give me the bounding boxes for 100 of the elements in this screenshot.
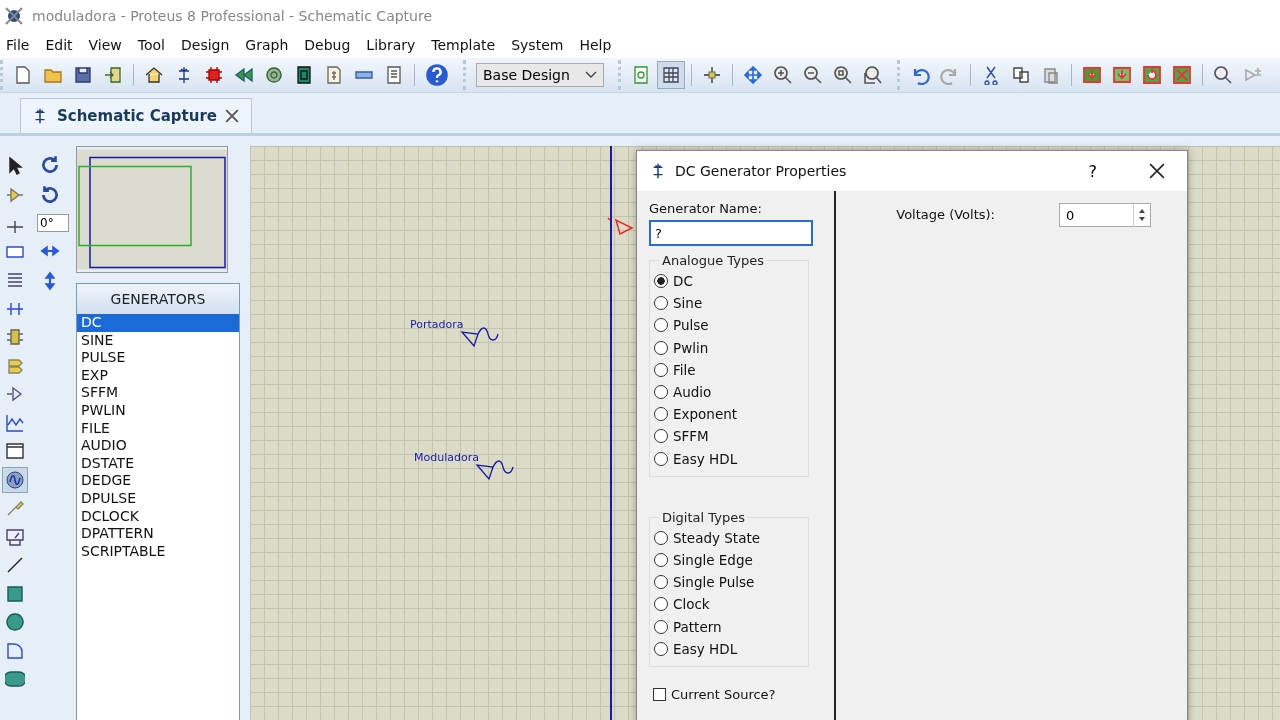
arc-icon[interactable] — [5, 640, 25, 661]
chip-icon[interactable] — [204, 65, 224, 85]
arrow-icon[interactable] — [234, 65, 254, 85]
menu-item[interactable]: System — [503, 37, 572, 53]
radio-button[interactable] — [654, 274, 668, 289]
board-icon[interactable] — [294, 65, 314, 85]
current-source-checkbox[interactable]: Current Source? — [653, 686, 824, 702]
type-radio-option[interactable]: Pwlin — [654, 336, 808, 359]
menu-item[interactable]: View — [80, 37, 130, 53]
type-radio-option[interactable]: Easy HDL — [654, 447, 808, 470]
crosshair-icon[interactable] — [702, 65, 722, 85]
schematic-tab[interactable]: Schematic Capture — [20, 98, 252, 133]
cut-icon[interactable] — [981, 65, 1001, 85]
new-file-icon[interactable] — [13, 65, 33, 85]
close-icon[interactable] — [1149, 163, 1165, 179]
close-icon[interactable] — [225, 109, 239, 123]
type-radio-option[interactable]: Exponent — [654, 403, 808, 426]
generator-list-item[interactable]: FILE — [77, 419, 239, 438]
generator-list-item[interactable]: DEDGE — [77, 472, 239, 490]
design-select[interactable]: Base Design — [476, 63, 604, 87]
document-icon[interactable] — [384, 65, 404, 85]
generator-list-item[interactable]: SCRIPTABLE — [77, 542, 239, 561]
menu-item[interactable]: Template — [423, 37, 504, 53]
radio-button[interactable] — [654, 429, 668, 444]
radio-button[interactable] — [654, 318, 668, 333]
down-arrow-icon[interactable] — [1112, 65, 1132, 85]
generator-list-item[interactable]: PULSE — [77, 349, 239, 367]
type-radio-option[interactable]: Clock — [654, 593, 808, 616]
menu-item[interactable]: File — [0, 37, 38, 53]
radio-button[interactable] — [654, 385, 668, 400]
generator-list-item[interactable]: SINE — [77, 331, 239, 350]
copy-icon[interactable] — [1011, 65, 1031, 85]
radio-button[interactable] — [654, 296, 668, 311]
generator-list-item[interactable]: DSTATE — [77, 454, 239, 473]
subcircuit-icon[interactable] — [5, 327, 25, 347]
rotation-field[interactable]: 0° — [37, 214, 69, 232]
radio-button[interactable] — [654, 552, 668, 567]
text-lines-icon[interactable] — [5, 270, 25, 290]
voltage-spinner[interactable]: 0 — [1059, 203, 1151, 227]
rotate-counterclockwise-icon[interactable] — [39, 184, 61, 206]
type-radio-option[interactable]: SFFM — [654, 425, 808, 448]
instrument-icon[interactable] — [5, 526, 25, 547]
radio-button[interactable] — [654, 407, 668, 422]
menu-item[interactable]: Edit — [37, 37, 81, 53]
menu-item[interactable]: Help — [571, 37, 620, 53]
menu-item[interactable]: Design — [173, 37, 238, 53]
menu-item[interactable]: Debug — [296, 37, 359, 53]
radio-button[interactable] — [654, 362, 668, 377]
type-radio-option[interactable]: Single Edge — [654, 548, 808, 572]
circle-icon[interactable] — [5, 612, 25, 632]
radio-button[interactable] — [654, 641, 668, 656]
generator-list-item[interactable]: DCLOCK — [77, 507, 239, 526]
down-arrow-icon[interactable] — [1082, 65, 1102, 85]
menu-item[interactable]: Library — [358, 37, 424, 53]
type-radio-option[interactable]: Audio — [654, 380, 808, 404]
radio-button[interactable] — [654, 619, 668, 634]
generator-list-item[interactable]: EXP — [77, 366, 239, 385]
generator-list-item[interactable]: DC — [77, 314, 239, 332]
generator-list-item[interactable]: PWLIN — [77, 401, 239, 420]
radio-button[interactable] — [654, 451, 668, 466]
radio-button[interactable] — [654, 530, 668, 545]
rotate-icon[interactable] — [1142, 65, 1162, 85]
radio-button[interactable] — [654, 340, 668, 355]
type-radio-option[interactable]: Single Pulse — [654, 571, 808, 594]
zoom-icon[interactable] — [1213, 65, 1233, 85]
generator-name-field[interactable]: ? — [649, 220, 813, 246]
overview-drawing[interactable] — [76, 146, 228, 273]
generator-list-item[interactable]: SFFM — [77, 384, 239, 402]
generator-list-item[interactable]: DPULSE — [77, 489, 239, 508]
generator-icon[interactable] — [3, 467, 27, 492]
type-radio-option[interactable]: DC — [654, 270, 808, 293]
delete-icon[interactable] — [1172, 65, 1192, 85]
generator-list-item[interactable]: AUDIO — [77, 437, 239, 455]
help-button[interactable]: ? — [1080, 157, 1105, 185]
zoom-icon[interactable] — [833, 65, 853, 85]
rotate-clockwise-icon[interactable] — [39, 154, 61, 176]
type-radio-option[interactable]: Easy HDL — [654, 637, 808, 660]
generator-list-item[interactable]: DPATTERN — [77, 525, 239, 543]
help-icon[interactable] — [425, 63, 449, 87]
save-icon[interactable] — [73, 65, 93, 85]
zoom-area-icon[interactable] — [863, 65, 883, 85]
line-icon[interactable] — [5, 555, 25, 575]
home-icon[interactable] — [144, 65, 164, 85]
radio-button[interactable] — [654, 575, 668, 590]
type-radio-option[interactable]: Pattern — [654, 615, 808, 638]
import-icon[interactable] — [103, 65, 123, 85]
zoom-out-icon[interactable] — [803, 65, 823, 85]
type-radio-option[interactable]: File — [654, 358, 808, 381]
type-radio-option[interactable]: Sine — [654, 292, 808, 315]
radio-button[interactable] — [654, 597, 668, 612]
zoom-in-icon[interactable] — [773, 65, 793, 85]
menu-item[interactable]: Tool — [129, 37, 173, 53]
menu-item[interactable]: Graph — [237, 37, 297, 53]
graph-icon[interactable] — [5, 412, 25, 433]
paste-icon[interactable] — [1041, 65, 1061, 85]
grid-icon[interactable] — [658, 62, 684, 88]
checkbox[interactable] — [653, 687, 666, 701]
type-radio-option[interactable]: Steady State — [654, 526, 808, 549]
type-radio-option[interactable]: Pulse — [654, 314, 808, 337]
box-icon[interactable] — [5, 583, 25, 604]
